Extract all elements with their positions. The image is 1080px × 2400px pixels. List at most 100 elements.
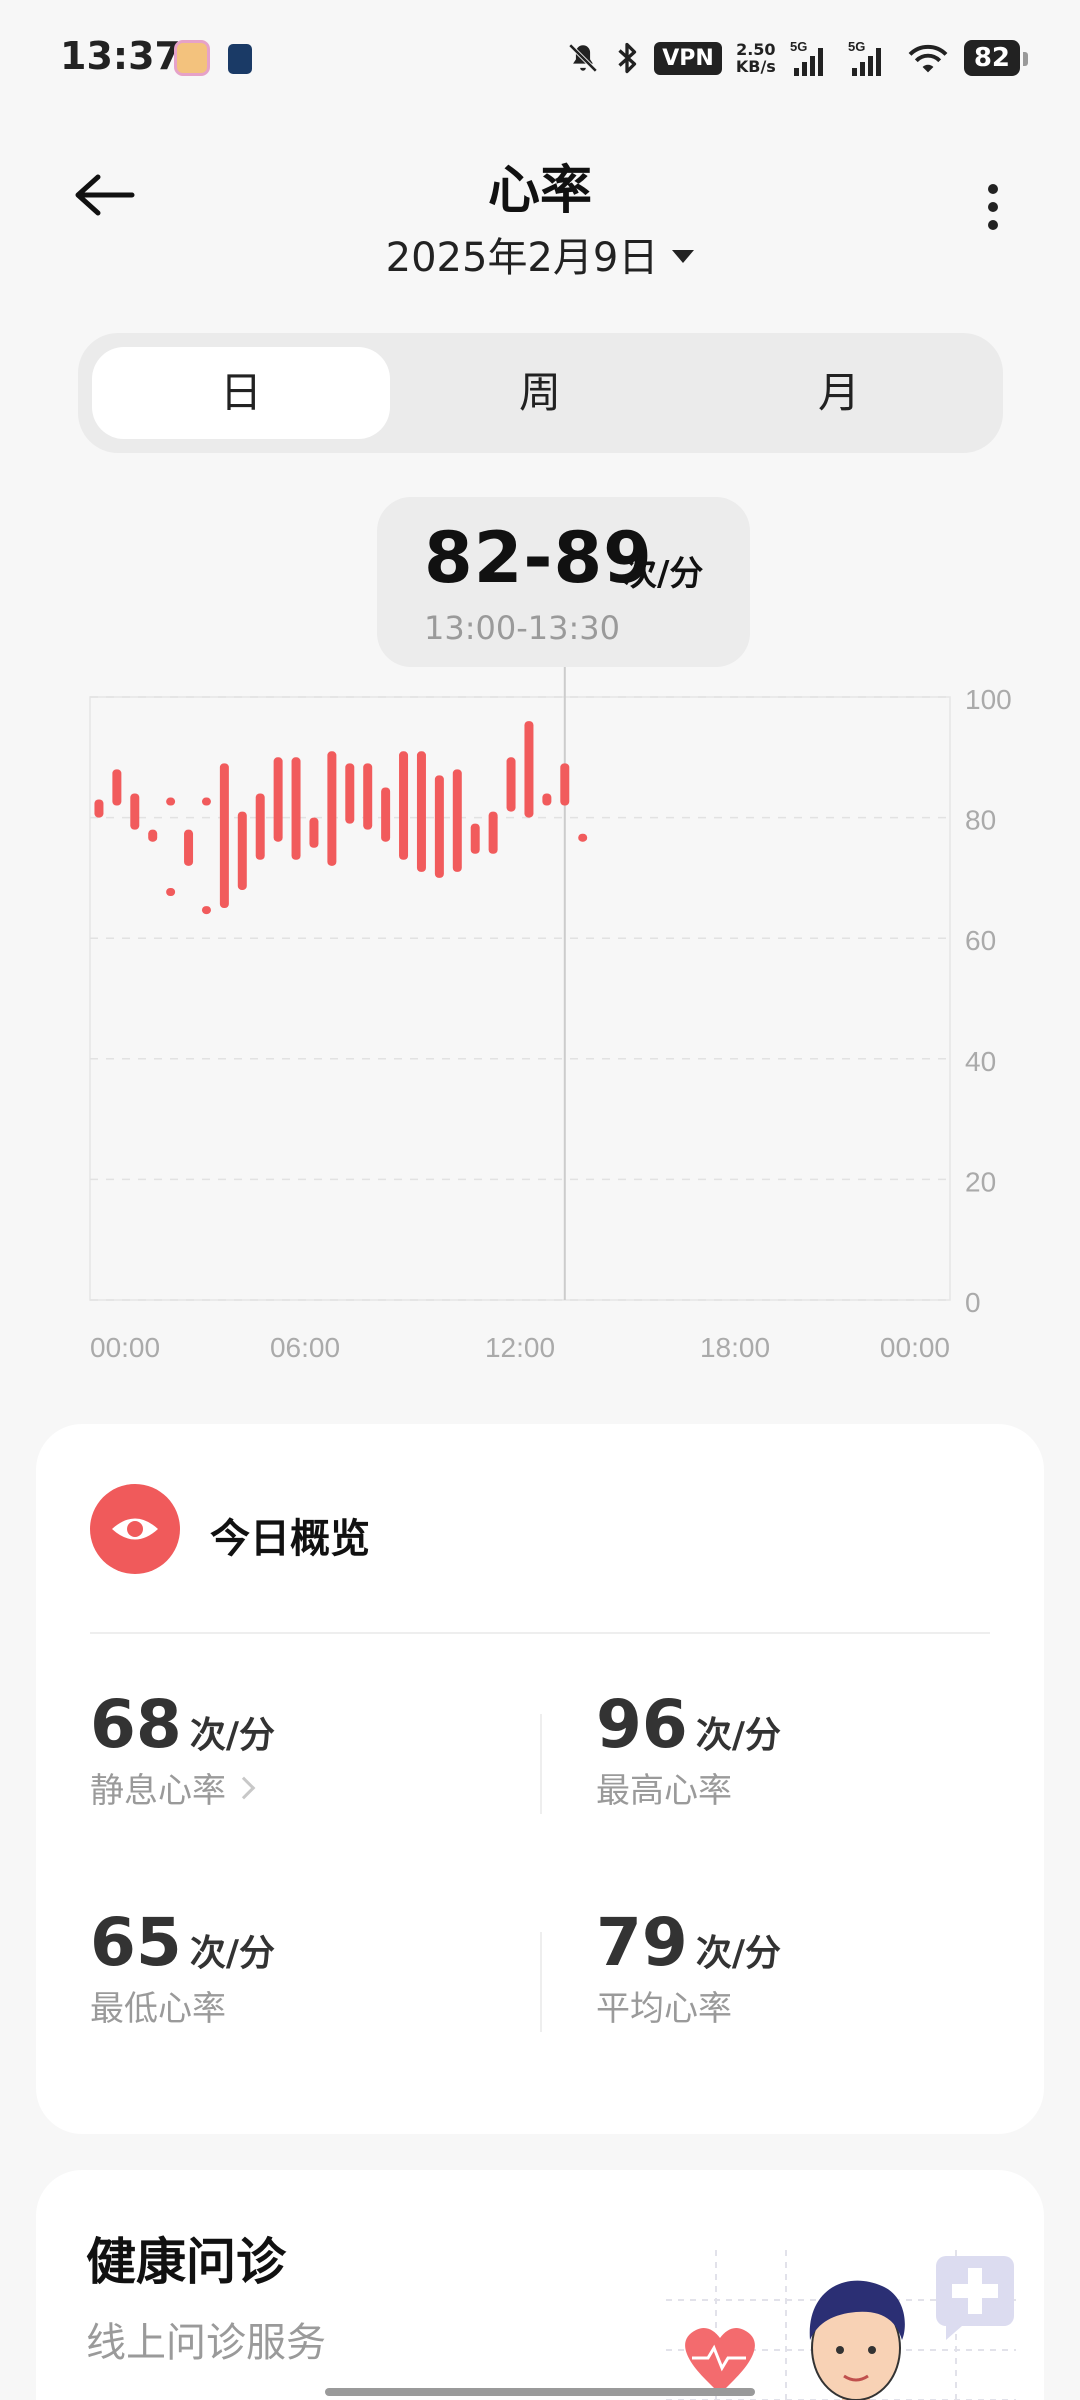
heart-rate-bar [345, 763, 355, 824]
stat-unit: 次/分 [189, 1933, 276, 1974]
heart-rate-bar [94, 799, 104, 818]
heart-rate-bar [327, 751, 337, 866]
consult-subtitle: 线上问诊服务 [86, 2320, 326, 2366]
y-tick-label: 100 [965, 684, 1012, 715]
period-tabs: 日 周 月 [78, 333, 1003, 453]
heart-rate-bar [452, 769, 462, 872]
x-tick-label: 00:00 [880, 1332, 950, 1363]
vpn-badge: VPN [654, 41, 722, 75]
selection-tooltip: 82-89 次/分 13:00-13:30 [377, 497, 750, 667]
eye-icon [90, 1484, 180, 1574]
tab-week[interactable]: 周 [391, 347, 689, 439]
more-options-button[interactable] [978, 180, 1008, 240]
stat-unit: 次/分 [189, 1715, 276, 1756]
signal-label: 5G [848, 39, 865, 54]
chevron-right-icon [232, 1776, 256, 1799]
heart-rate-bar [309, 817, 319, 848]
dnd-bell-off-icon [566, 41, 600, 75]
battery-icon: 82 [963, 40, 1029, 76]
net-speed: 2.50 KB/s [736, 41, 776, 75]
date-picker[interactable]: 2025年2月9日 [0, 225, 1080, 283]
health-consult-card[interactable]: 健康问诊 线上问诊服务 [36, 2170, 1044, 2400]
y-tick-label: 60 [965, 925, 996, 956]
signal-icon: 5G [790, 38, 834, 78]
x-tick-label: 06:00 [270, 1332, 340, 1363]
divider [540, 1714, 542, 1814]
status-icons: VPN 2.50 KB/s 5G 5G 82 [566, 30, 1029, 86]
heart-rate-page: 13:37 VPN 2.50 KB/s 5G 5G 82 心率 2025年2月9… [0, 0, 1080, 2400]
stat-value: 79 [596, 1904, 688, 1981]
heart-rate-bar [201, 797, 211, 806]
divider [540, 1932, 542, 2032]
y-tick-label: 40 [965, 1046, 996, 1077]
time-range: 13:00-13:30 [424, 609, 620, 647]
heart-rate-bar [560, 763, 570, 806]
heart-rate-bar [291, 757, 301, 860]
heart-rate-bar [524, 721, 534, 818]
overview-title: 今日概览 [210, 1516, 370, 1562]
x-tick-label: 12:00 [485, 1332, 555, 1363]
date-label: 2025年2月9日 [385, 235, 659, 281]
heart-rate-bar [201, 906, 211, 915]
page-title: 心率 [487, 161, 592, 221]
stat-unit: 次/分 [695, 1715, 782, 1756]
heart-rate-bar [416, 751, 426, 872]
heart-rate-bar [148, 829, 158, 842]
tab-month[interactable]: 月 [690, 347, 988, 439]
stat-unit: 次/分 [695, 1933, 782, 1974]
divider [90, 1632, 990, 1634]
signal-icon: 5G [848, 38, 892, 78]
heart-rate-bar [237, 811, 247, 890]
tab-day[interactable]: 日 [92, 347, 390, 439]
stat-avg-heart-rate: 79 次/分 平均心率 [596, 1904, 781, 2030]
heart-rate-bar [434, 775, 444, 878]
consult-title: 健康问诊 [86, 2233, 286, 2291]
stat-value: 65 [90, 1904, 182, 1981]
heart-rate-bar [488, 811, 498, 854]
heart-rate-bar [363, 763, 373, 830]
heart-rate-bar [273, 757, 283, 842]
wifi-icon [906, 40, 950, 76]
heart-rate-bar [166, 887, 176, 896]
doctor-illustration [666, 2250, 1016, 2400]
x-tick-label: 18:00 [700, 1332, 770, 1363]
y-tick-label: 0 [965, 1287, 981, 1318]
heart-rate-unit: 次/分 [623, 554, 704, 594]
stat-max-heart-rate: 96 次/分 最高心率 [596, 1686, 781, 1812]
caret-down-icon [672, 249, 695, 263]
heart-rate-bar [399, 751, 409, 860]
heart-rate-bar [255, 793, 265, 860]
stat-label: 最低心率 [90, 1989, 226, 2029]
stat-label: 平均心率 [596, 1989, 732, 2029]
y-tick-label: 20 [965, 1166, 996, 1197]
net-speed-unit: KB/s [735, 57, 776, 76]
plot-frame [89, 696, 951, 1301]
heart-rate-bar [130, 793, 140, 830]
stat-label: 静息心率 [90, 1771, 226, 1811]
heart-rate-range: 82-89 [424, 517, 653, 599]
signal-label: 5G [790, 39, 807, 54]
app-notification-icon [174, 40, 210, 76]
heart-rate-bar [578, 833, 588, 842]
today-overview-card: 今日概览 68 次/分 静息心率 96 次/分 最高心率 65 次/分 最低心率 79… [36, 1424, 1044, 2134]
heart-rate-bar [506, 757, 516, 812]
home-indicator[interactable] [325, 2388, 755, 2396]
stat-min-heart-rate: 65 次/分 最低心率 [90, 1904, 275, 2030]
heart-rate-chart[interactable]: 100 80 60 40 20 0 00:00 06:00 12:00 18:00 00:00 [0, 660, 1080, 1380]
stat-label: 最高心率 [596, 1771, 732, 1811]
heart-rate-bar [470, 823, 480, 854]
app-notification-icon [228, 44, 252, 74]
stat-resting-heart-rate[interactable]: 68 次/分 静息心率 [90, 1686, 275, 1812]
heart-rate-bar [112, 769, 122, 806]
stat-value: 96 [596, 1686, 688, 1763]
bluetooth-icon [614, 40, 640, 76]
y-tick-label: 80 [965, 805, 996, 836]
heart-rate-bar [542, 793, 552, 806]
net-speed-value: 2.50 [736, 40, 776, 59]
heart-rate-bar [166, 797, 176, 806]
x-tick-label: 00:00 [90, 1332, 160, 1363]
status-time: 13:37 [60, 34, 181, 78]
heart-rate-bar [219, 763, 229, 909]
more-vertical-icon [988, 184, 998, 194]
status-bar: 13:37 VPN 2.50 KB/s 5G 5G 82 [0, 0, 1080, 120]
